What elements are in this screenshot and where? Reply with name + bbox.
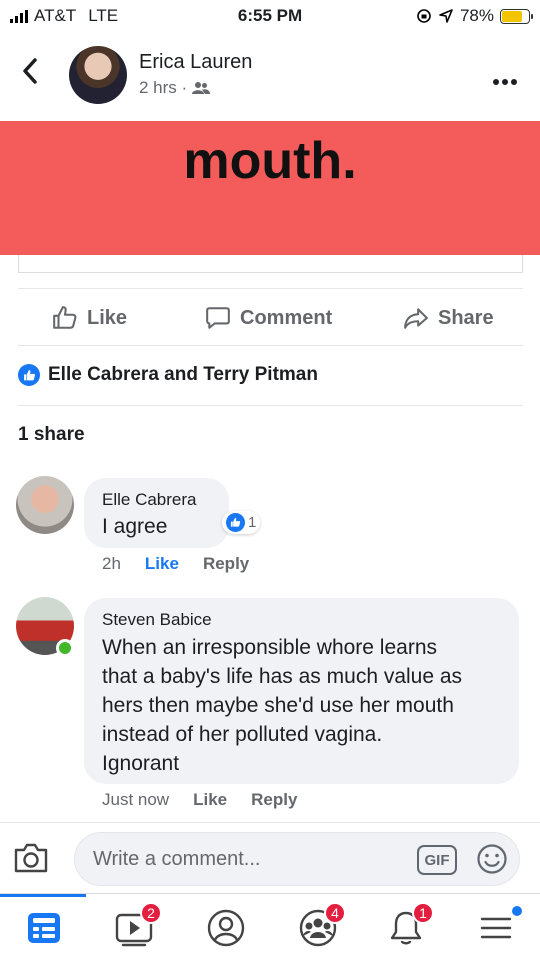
battery-fill	[502, 10, 523, 22]
divider	[18, 288, 523, 289]
gif-button[interactable]: GIF	[417, 845, 457, 875]
like-label: Like	[87, 306, 128, 329]
like-button[interactable]: Like	[52, 305, 127, 331]
comment-line: hers then maybe she'd use her mouth	[102, 694, 454, 717]
share-button[interactable]: Share	[403, 305, 494, 331]
more-icon	[493, 79, 517, 85]
post-actions: Like Comment Share	[0, 297, 540, 341]
profile-icon	[207, 909, 245, 947]
comment-reply-button[interactable]: Reply	[251, 790, 297, 810]
banner-text: mouth.	[183, 132, 357, 190]
post-banner[interactable]: mouth.	[0, 121, 540, 255]
divider	[18, 345, 523, 346]
comment-like-button[interactable]: Like	[193, 790, 227, 810]
active-tab-indicator	[0, 894, 86, 897]
reaction-count: 1	[248, 514, 257, 531]
chevron-left-icon	[23, 58, 37, 84]
divider	[18, 405, 523, 406]
author-name[interactable]: Erica Lauren	[139, 51, 252, 74]
comment-label: Comment	[240, 306, 333, 329]
comment-line: Ignorant	[102, 752, 180, 775]
smiley-icon	[477, 844, 507, 874]
author-avatar[interactable]	[69, 46, 127, 104]
like-reaction-icon	[18, 364, 40, 386]
tab-profile[interactable]	[204, 908, 248, 948]
rotation-lock-icon	[417, 9, 431, 23]
divider	[0, 822, 540, 823]
comment-meta: 2h Like Reply	[102, 554, 249, 574]
tab-watch[interactable]: 2	[112, 902, 162, 948]
thumbs-up-icon	[53, 306, 77, 329]
comment-line: that a baby's life has as much value as	[102, 665, 463, 688]
tab-notifications[interactable]: 1	[384, 902, 434, 948]
reactions-summary[interactable]: Elle Cabrera and Terry Pitman	[18, 364, 318, 386]
comment-composer: GIF	[0, 830, 540, 890]
camera-icon	[14, 843, 48, 873]
menu-notification-dot	[512, 906, 522, 916]
comment-time: 2h	[102, 554, 121, 573]
comment-line: When an irresponsible whore learns	[102, 636, 438, 659]
back-button[interactable]	[20, 56, 40, 92]
bottom-tab-bar: 2 4 1	[0, 893, 540, 960]
camera-button[interactable]	[13, 842, 49, 879]
tab-news-feed[interactable]	[22, 908, 66, 948]
groups-badge: 4	[324, 902, 346, 924]
tab-groups[interactable]: 4	[296, 902, 346, 948]
shares-count[interactable]: 1 share	[18, 424, 85, 446]
news-feed-icon	[28, 913, 60, 943]
more-options-button[interactable]	[492, 62, 518, 93]
comment-reaction-count[interactable]: 1	[222, 511, 261, 534]
status-bar: AT&T LTE 6:55 PM 78%	[0, 0, 540, 32]
share-icon	[404, 308, 428, 329]
post-time[interactable]: 2 hrs ·	[139, 78, 187, 98]
emoji-button[interactable]	[476, 843, 508, 880]
commenter-avatar[interactable]	[16, 476, 74, 534]
commenter-name[interactable]: Steven Babice	[102, 610, 212, 630]
link-preview-box[interactable]	[18, 255, 523, 273]
comment-button[interactable]: Comment	[205, 305, 332, 331]
comment-like-button[interactable]: Like	[145, 554, 179, 574]
comment-text: I agree	[102, 515, 168, 538]
comment-text: When an irresponsible whore learns that …	[102, 633, 462, 778]
comment-time: Just now	[102, 790, 170, 809]
post-header: Erica Lauren 2 hrs ·	[0, 40, 540, 115]
like-reaction-icon	[226, 513, 245, 532]
comment-reply-button[interactable]: Reply	[203, 554, 249, 574]
comment-meta: Just now Like Reply	[102, 790, 297, 810]
battery-percent: 78%	[459, 6, 494, 25]
online-status-dot	[56, 639, 74, 657]
commenter-name[interactable]: Elle Cabrera	[102, 490, 197, 510]
menu-icon	[480, 917, 512, 939]
battery-icon	[500, 8, 533, 24]
location-icon	[439, 9, 453, 23]
comment-line: instead of her polluted vagina.	[102, 723, 383, 746]
reaction-names: Elle Cabrera and Terry Pitman	[48, 364, 318, 385]
friends-audience-icon[interactable]	[192, 81, 211, 95]
watch-badge: 2	[140, 902, 162, 924]
tab-menu[interactable]	[474, 906, 522, 948]
comment-icon	[206, 307, 230, 329]
notifications-badge: 1	[412, 902, 434, 924]
share-label: Share	[438, 306, 494, 329]
